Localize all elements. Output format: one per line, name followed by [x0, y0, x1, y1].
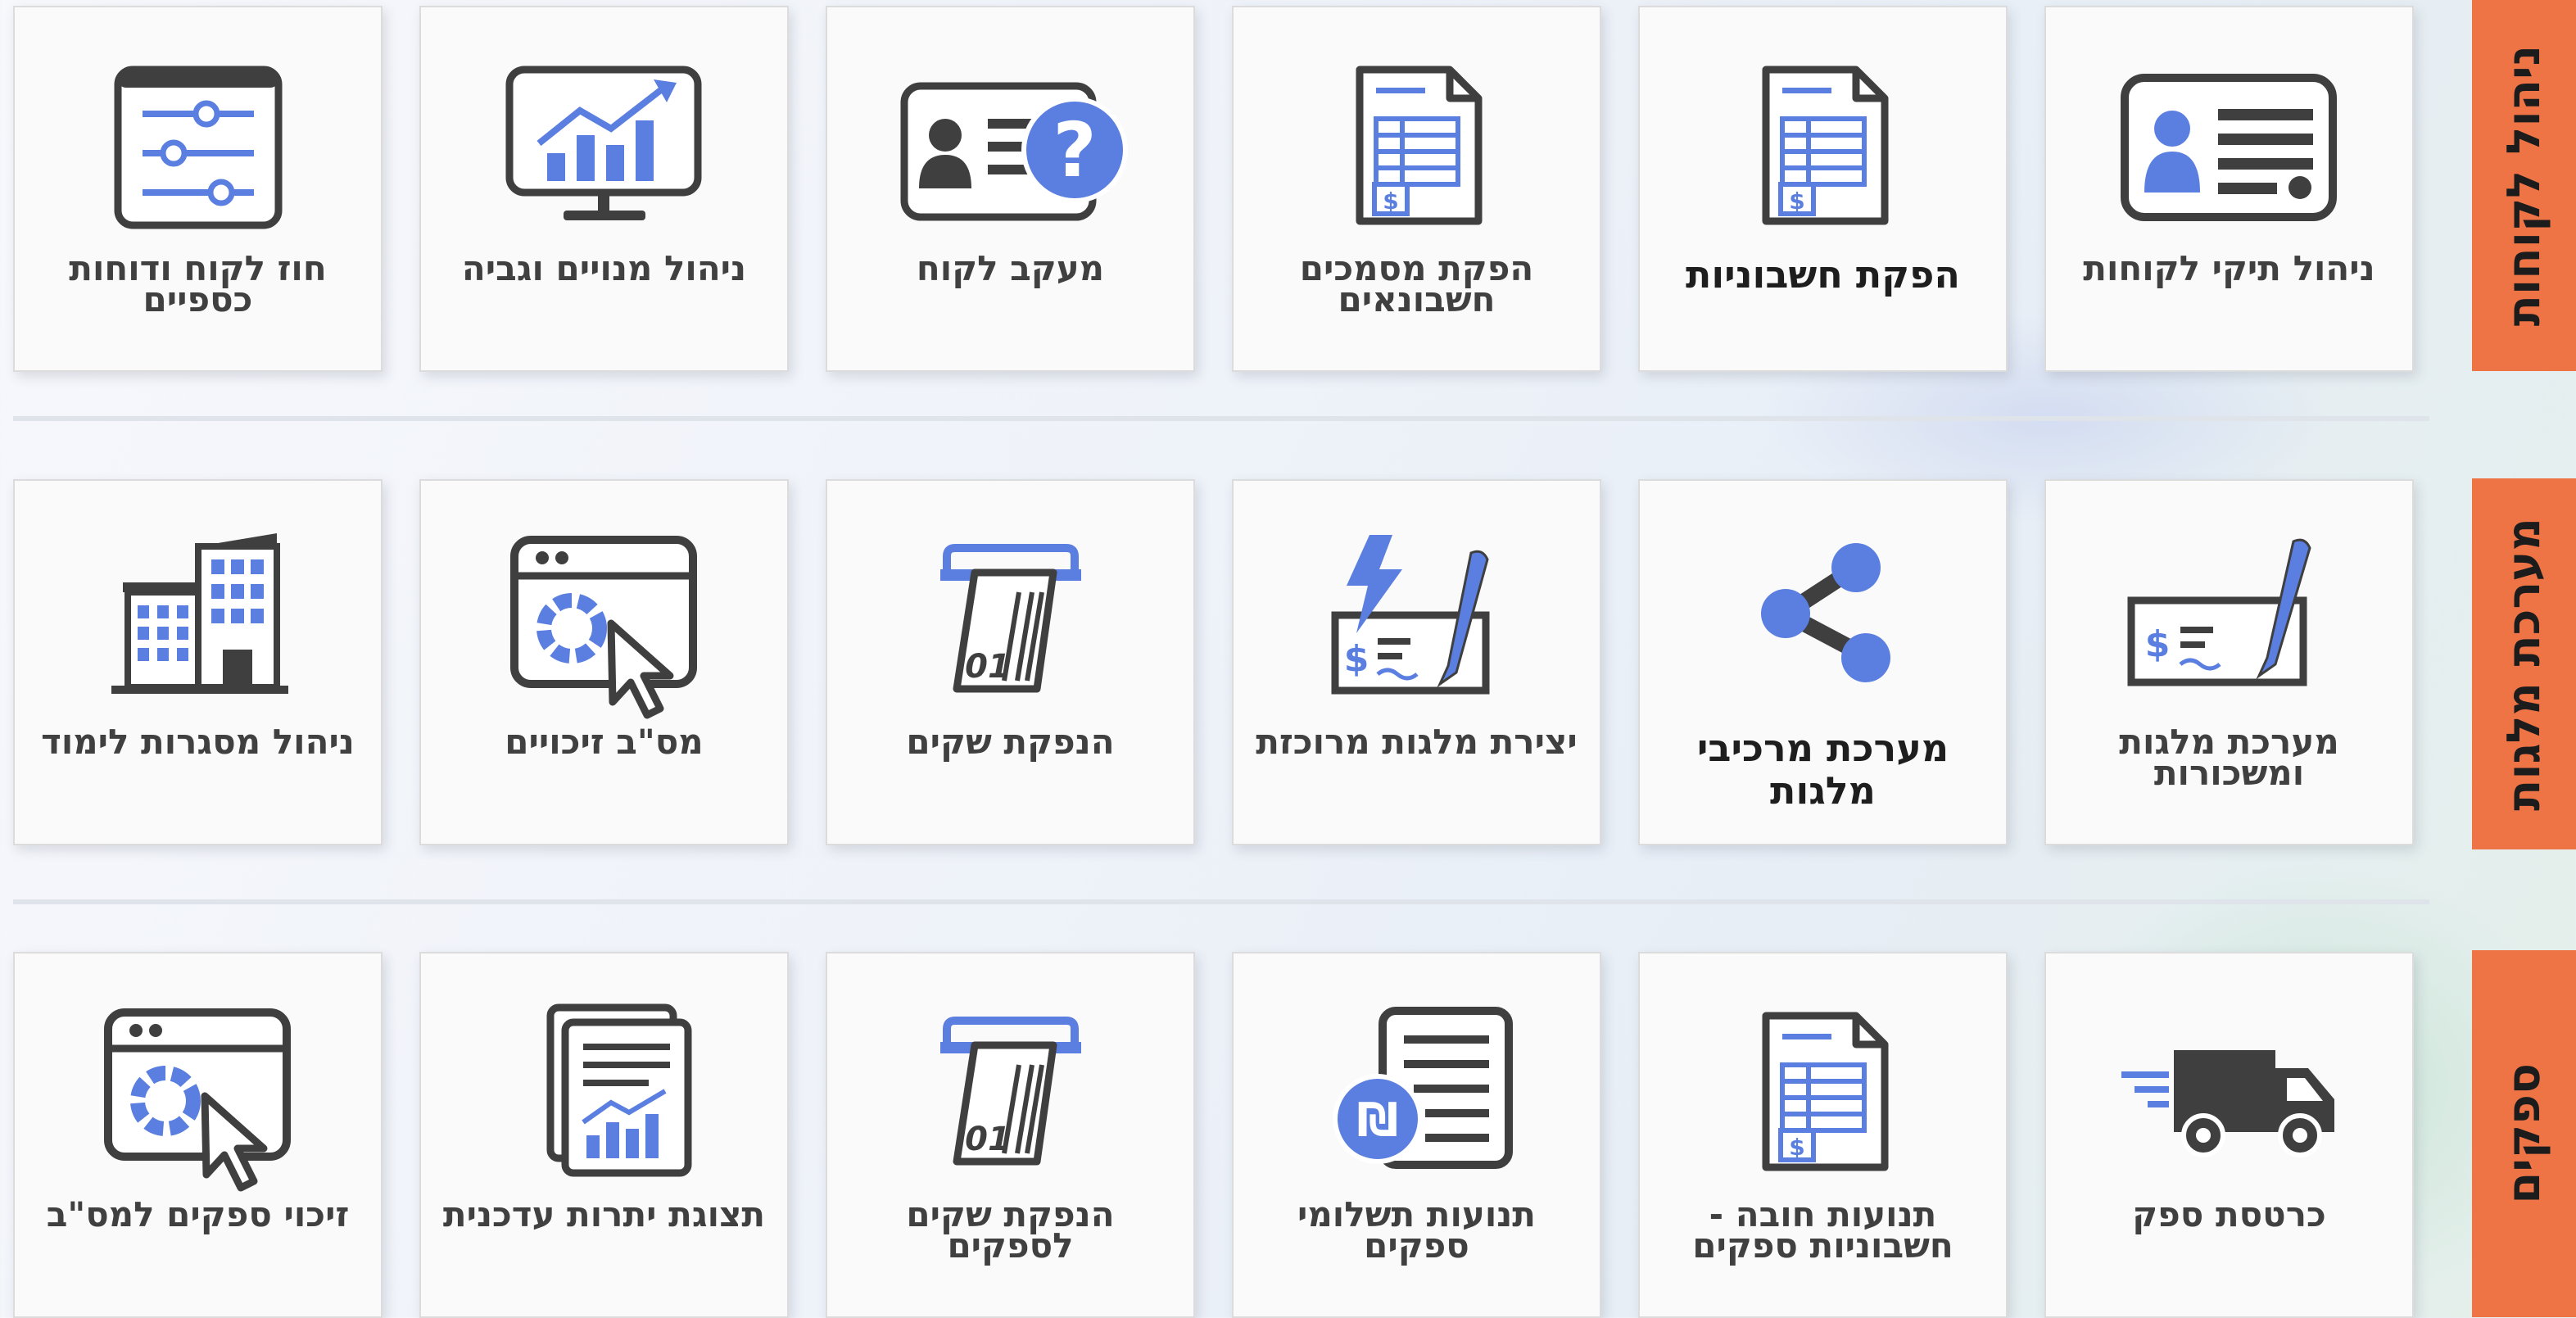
- card-supplier-checks[interactable]: 01 הנפקת שקים לספקים: [826, 952, 1195, 1318]
- id-card-question-icon: ?: [827, 53, 1193, 225]
- card-issue-invoices[interactable]: $ הפקת חשבוניות: [1638, 6, 2008, 372]
- buildings-icon: [15, 527, 381, 699]
- card-label: יצירת מלגות מרוכזת: [1256, 722, 1578, 762]
- card-label: מערכת מלגות ומשכורות: [2119, 722, 2339, 793]
- svg-text:$: $: [1343, 638, 1369, 680]
- card-supplier-masav-credit[interactable]: זיכוי ספקים למס"ב: [13, 952, 383, 1318]
- invoice-document-icon: $: [1234, 53, 1600, 225]
- browser-click-icon: [421, 527, 787, 719]
- svg-text:₪: ₪: [1356, 1094, 1398, 1147]
- card-label: ניהול מסגרות לימוד: [41, 722, 355, 762]
- card-customer-tracking[interactable]: ? מעקב לקוח: [826, 6, 1195, 372]
- svg-text:$: $: [1383, 188, 1398, 215]
- card-subscriptions-billing[interactable]: ניהול מנויים וגביה: [419, 6, 789, 372]
- svg-text:$: $: [1789, 1134, 1804, 1161]
- card-customer-contract-reports[interactable]: חוז לקוח ודוחות כספיים: [13, 6, 383, 372]
- card-scholarship-components[interactable]: מערכת מרכיבי מלגות: [1638, 479, 2008, 845]
- report-chart-icon: [421, 999, 787, 1177]
- card-label: מס"ב זיכויים: [505, 722, 704, 762]
- card-study-frameworks[interactable]: ניהול מסגרות לימוד: [13, 479, 383, 845]
- card-label: תנועות חובה - חשבוניות ספקים: [1692, 1194, 1954, 1266]
- card-label: תנועות תשלומי ספקים: [1297, 1194, 1536, 1266]
- svg-text:01: 01: [965, 648, 1011, 686]
- share-nodes-icon: [1640, 527, 2006, 699]
- card-label: ניהול תיקי לקוחות: [2083, 248, 2375, 288]
- card-masav-credits[interactable]: מס"ב זיכויים: [419, 479, 789, 845]
- card-label: ניהול מנויים וגביה: [461, 248, 747, 288]
- card-issue-checks[interactable]: 01 הנפקת שקים: [826, 479, 1195, 845]
- card-label: הנפקת שקים: [906, 722, 1115, 762]
- delivery-truck-icon: [2046, 999, 2412, 1171]
- section-tab-suppliers: ספקים: [2472, 950, 2576, 1317]
- card-label: כרטסת ספק: [2132, 1194, 2326, 1234]
- svg-text:$: $: [2144, 623, 2170, 665]
- monitor-chart-icon: [421, 53, 787, 225]
- svg-text:?: ?: [1053, 106, 1096, 194]
- card-label: חוז לקוח ודוחות כספיים: [69, 248, 327, 319]
- settings-sliders-icon: [15, 53, 381, 229]
- card-supplier-invoices[interactable]: $ תנועות חובה - חשבוניות ספקים: [1638, 952, 2008, 1318]
- card-label: מעקב לקוח: [916, 248, 1105, 288]
- check-print-icon: 01: [827, 527, 1193, 699]
- lightning-check-icon: $: [1234, 527, 1600, 699]
- card-supplier-ledger[interactable]: כרטסת ספק: [2044, 952, 2414, 1318]
- card-label: זיכוי ספקים למס"ב: [46, 1194, 350, 1234]
- section-title: מערכת מלגות: [2497, 517, 2551, 811]
- invoice-document-icon: $: [1640, 999, 2006, 1171]
- card-label: הפקת מסמכים חשבונאים: [1299, 248, 1534, 319]
- section-title: ניהול לקוחות: [2497, 44, 2551, 327]
- shekel-document-icon: ₪: [1234, 999, 1600, 1171]
- section-divider: [13, 416, 2429, 421]
- customer-id-card-icon: [2046, 53, 2412, 225]
- section-title: ספקים: [2497, 1063, 2551, 1204]
- card-label: הפקת חשבוניות: [1685, 252, 1961, 297]
- card-label: הנפקת שקים לספקים: [906, 1194, 1115, 1266]
- check-print-icon: 01: [827, 999, 1193, 1171]
- svg-text:$: $: [1789, 188, 1804, 215]
- card-bulk-scholarships[interactable]: $ יצירת מלגות מרוכזת: [1232, 479, 1601, 845]
- card-label: תצוגת יתרות עדכנית: [442, 1194, 766, 1234]
- svg-text:01: 01: [965, 1121, 1011, 1158]
- browser-click-icon: [15, 999, 381, 1192]
- card-customer-files[interactable]: ניהול תיקי לקוחות: [2044, 6, 2414, 372]
- card-label: מערכת מרכיבי מלגות: [1696, 726, 1949, 813]
- card-supplier-payments[interactable]: ₪ תנועות תשלומי ספקים: [1232, 952, 1601, 1318]
- section-tab-scholarships: מערכת מלגות: [2472, 478, 2576, 849]
- card-scholarships-salaries[interactable]: $ מערכת מלגות ומשכורות: [2044, 479, 2414, 845]
- section-divider: [13, 899, 2429, 904]
- invoice-document-icon: $: [1640, 53, 2006, 225]
- check-pen-icon: $: [2046, 527, 2412, 699]
- section-tab-customers: ניהול לקוחות: [2472, 0, 2576, 371]
- card-accounting-documents[interactable]: $ הפקת מסמכים חשבונאים: [1232, 6, 1601, 372]
- card-current-balances[interactable]: תצוגת יתרות עדכנית: [419, 952, 789, 1318]
